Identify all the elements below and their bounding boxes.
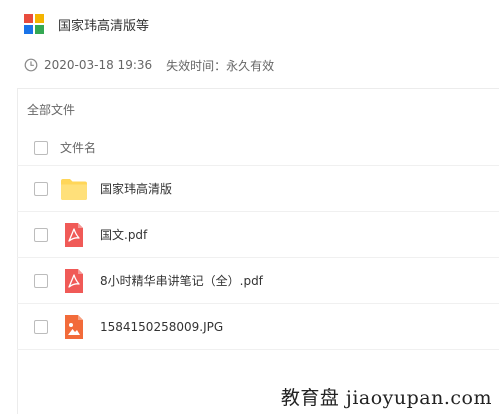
file-name[interactable]: 国文.pdf <box>100 226 147 243</box>
share-header: 国家玮高清版等 <box>24 12 149 36</box>
file-row[interactable]: 1584150258009.JPG <box>17 304 499 350</box>
row-checkbox[interactable] <box>34 181 48 196</box>
logo-tile-yellow <box>35 14 44 23</box>
pdf-icon <box>60 221 88 249</box>
image-icon <box>60 313 88 341</box>
share-date: 2020-03-18 19:36 <box>44 58 153 72</box>
file-list: 文件名 国家玮高清版 国文.pdf 8小时精华串讲笔记（全）.pdf 15841… <box>17 130 499 350</box>
file-name[interactable]: 1584150258009.JPG <box>100 320 223 334</box>
divider <box>17 88 499 89</box>
folder-icon <box>60 175 88 203</box>
select-all-checkbox[interactable] <box>34 140 48 155</box>
expire-value: 永久有效 <box>226 58 275 73</box>
file-name[interactable]: 国家玮高清版 <box>100 180 172 197</box>
logo-tile-blue <box>24 25 33 34</box>
file-list-header: 文件名 <box>17 130 499 166</box>
clock-icon <box>24 58 38 72</box>
expire-label: 失效时间： <box>166 58 227 73</box>
share-meta: 2020-03-18 19:36 失效时间： 永久有效 <box>24 56 274 74</box>
file-row[interactable]: 8小时精华串讲笔记（全）.pdf <box>17 258 499 304</box>
row-checkbox[interactable] <box>34 319 48 334</box>
file-row[interactable]: 国家玮高清版 <box>17 166 499 212</box>
row-checkbox[interactable] <box>34 273 48 288</box>
file-row[interactable]: 国文.pdf <box>17 212 499 258</box>
pdf-icon <box>60 267 88 295</box>
logo-tile-green <box>35 25 44 34</box>
watermark: 教育盘 jiaoyupan.com <box>280 387 492 409</box>
file-name[interactable]: 8小时精华串讲笔记（全）.pdf <box>100 272 263 289</box>
share-title: 国家玮高清版等 <box>58 18 150 34</box>
column-header-name: 文件名 <box>60 141 97 155</box>
breadcrumb[interactable]: 全部文件 <box>27 101 75 118</box>
row-checkbox[interactable] <box>34 227 48 242</box>
logo-tile-red <box>24 14 33 23</box>
app-logo-icon <box>24 14 44 34</box>
